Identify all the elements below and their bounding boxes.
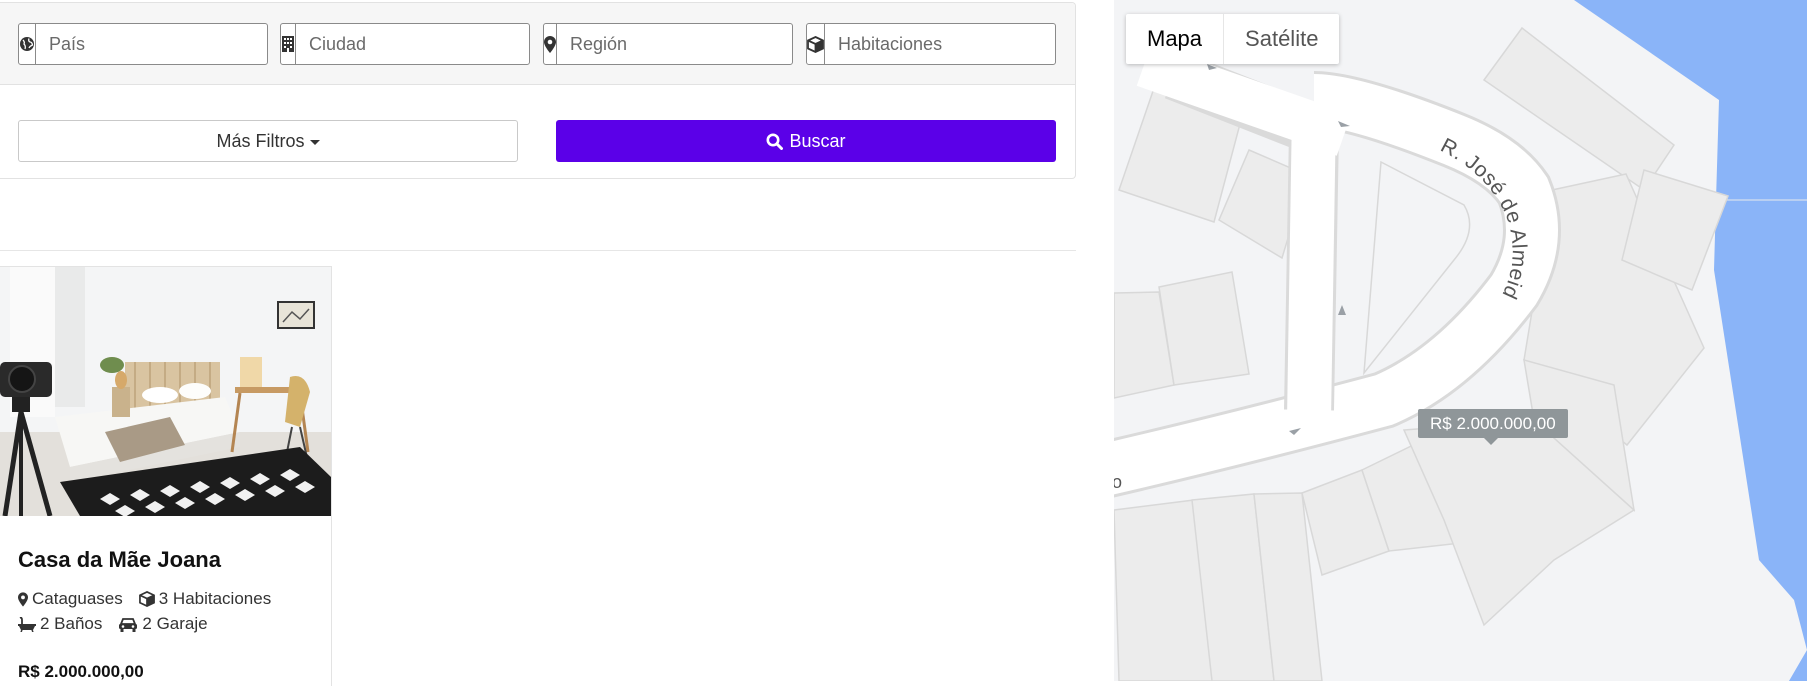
results-divider bbox=[0, 250, 1076, 251]
search-icon bbox=[766, 133, 784, 150]
city-filter[interactable] bbox=[280, 23, 554, 65]
map-marker-icon bbox=[544, 24, 557, 64]
property-baths: 2 Baños bbox=[18, 614, 102, 634]
street-label: R. José de Almeida Kneip o bbox=[1114, 0, 1530, 492]
search-button[interactable]: Buscar bbox=[556, 120, 1056, 162]
property-rooms: 3 Habitaciones bbox=[138, 589, 272, 609]
country-input[interactable] bbox=[36, 24, 294, 64]
region-filter[interactable] bbox=[543, 23, 815, 65]
property-meta-row-1: Cataguases 3 Habitaciones bbox=[18, 589, 287, 609]
property-garage: 2 Garaje bbox=[118, 614, 208, 634]
more-filters-button[interactable]: Más Filtros bbox=[18, 120, 518, 162]
filter-row bbox=[0, 3, 1083, 85]
globe-icon bbox=[19, 24, 36, 64]
bath-icon bbox=[18, 616, 36, 632]
property-garage-text: 2 Garaje bbox=[142, 614, 208, 633]
property-baths-text: 2 Baños bbox=[40, 614, 103, 633]
more-filters-label: Más Filtros bbox=[216, 130, 305, 151]
property-price: R$ 2.000.000,00 bbox=[18, 662, 144, 681]
property-card[interactable]: Casa da Mãe Joana Cataguases 3 Habitacio… bbox=[0, 266, 332, 686]
filters-box: Más Filtros Buscar bbox=[0, 2, 1083, 179]
map-edge-label: o bbox=[1114, 472, 1122, 492]
map-type-control: Mapa Satélite bbox=[1126, 14, 1340, 64]
search-panel: Más Filtros Buscar bbox=[0, 0, 1083, 686]
rooms-filter[interactable] bbox=[806, 23, 1083, 65]
property-city-text: Cataguases bbox=[32, 589, 123, 608]
cube-icon bbox=[138, 591, 155, 607]
price-marker[interactable]: R$ 2.000.000,00 bbox=[1418, 409, 1568, 445]
map-type-map-button[interactable]: Mapa bbox=[1126, 14, 1223, 64]
rooms-input[interactable] bbox=[825, 24, 1083, 64]
cube-icon bbox=[807, 24, 825, 64]
map-view[interactable]: R. José de Almeida Kneip o Mapa Satélite… bbox=[1114, 0, 1807, 681]
property-title[interactable]: Casa da Mãe Joana bbox=[18, 547, 221, 573]
caret-down-icon bbox=[309, 139, 320, 145]
property-city: Cataguases bbox=[18, 589, 123, 609]
car-icon bbox=[119, 617, 138, 632]
property-meta-row-2: 2 Baños 2 Garaje bbox=[18, 614, 224, 634]
country-filter[interactable] bbox=[18, 23, 294, 65]
city-input[interactable] bbox=[296, 24, 554, 64]
property-rooms-text: 3 Habitaciones bbox=[158, 589, 272, 608]
search-label: Buscar bbox=[789, 130, 846, 151]
property-photo[interactable] bbox=[0, 267, 331, 516]
map-marker-icon bbox=[18, 591, 28, 607]
building-icon bbox=[281, 24, 296, 64]
map-type-satellite-button[interactable]: Satélite bbox=[1223, 14, 1339, 64]
region-input[interactable] bbox=[557, 24, 815, 64]
